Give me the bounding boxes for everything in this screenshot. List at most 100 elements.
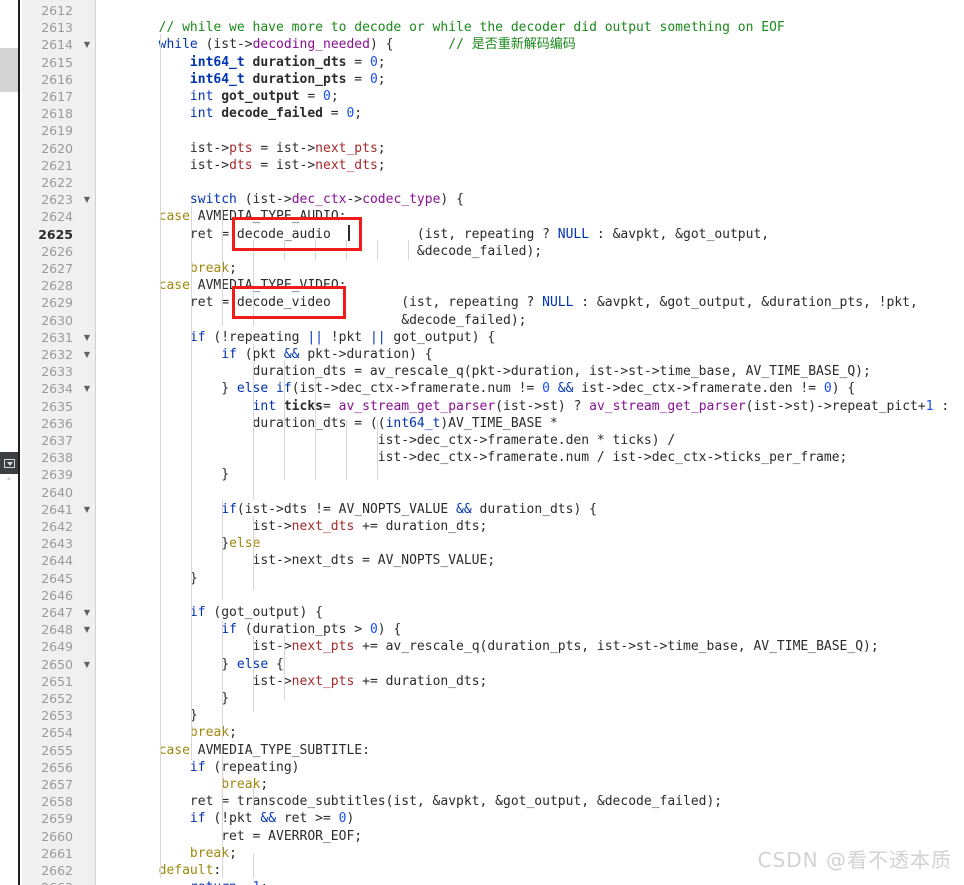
gutter-line-2621[interactable]: 2621 <box>22 157 95 174</box>
code-line-2655[interactable]: case AVMEDIA_TYPE_SUBTITLE: <box>96 742 964 759</box>
gutter-line-2650[interactable]: 2650 ▼ <box>22 656 95 673</box>
code-line-2613[interactable]: // while we have more to decode or while… <box>96 19 964 36</box>
fold-toggle-icon[interactable]: ▼ <box>84 656 90 673</box>
code-line-2627[interactable]: break; <box>96 260 964 277</box>
gutter-line-2624[interactable]: 2624 <box>22 208 95 225</box>
code-line-2618[interactable]: int decode_failed = 0; <box>96 105 964 122</box>
gutter-line-2657[interactable]: 2657 <box>22 776 95 793</box>
code-line-2653[interactable]: } <box>96 707 964 724</box>
code-line-2654[interactable]: break; <box>96 724 964 741</box>
gutter-line-2651[interactable]: 2651 <box>22 673 95 690</box>
code-line-2658[interactable]: ret = transcode_subtitles(ist, &avpkt, &… <box>96 793 964 810</box>
fold-toggle-icon[interactable]: ▼ <box>84 380 90 397</box>
fold-toggle-icon[interactable]: ▼ <box>84 191 90 208</box>
code-line-2633[interactable]: duration_dts = av_rescale_q(pkt->duratio… <box>96 363 964 380</box>
gutter-line-2634[interactable]: 2634 ▼ <box>22 380 95 397</box>
code-line-2631[interactable]: if (!repeating || !pkt || got_output) { <box>96 329 964 346</box>
gutter-line-2642[interactable]: 2642 <box>22 518 95 535</box>
gutter-line-2652[interactable]: 2652 <box>22 690 95 707</box>
fold-toggle-icon[interactable]: ▼ <box>84 36 90 53</box>
gutter-line-2656[interactable]: 2656 <box>22 759 95 776</box>
stamp-icon[interactable] <box>0 452 18 474</box>
gutter-line-2623[interactable]: 2623 ▼ <box>22 191 95 208</box>
gutter-line-2648[interactable]: 2648 ▼ <box>22 621 95 638</box>
code-line-2650[interactable]: } else { <box>96 656 964 673</box>
gutter-line-2658[interactable]: 2658 <box>22 793 95 810</box>
gutter-line-2628[interactable]: 2628 <box>22 277 95 294</box>
code-line-2620[interactable]: ist->pts = ist->next_pts; <box>96 140 964 157</box>
gutter-line-2654[interactable]: 2654 <box>22 724 95 741</box>
code-line-2641[interactable]: if(ist->dts != AV_NOPTS_VALUE && duratio… <box>96 501 964 518</box>
fold-toggle-icon[interactable]: ▼ <box>84 621 90 638</box>
gutter-line-2659[interactable]: 2659 <box>22 810 95 827</box>
gutter-line-2613[interactable]: 2613 <box>22 19 95 36</box>
gutter-line-2617[interactable]: 2617 <box>22 88 95 105</box>
code-line-2616[interactable]: int64_t duration_pts = 0; <box>96 71 964 88</box>
code-line-2619[interactable] <box>96 122 964 139</box>
code-line-2626[interactable]: &decode_failed); <box>96 243 964 260</box>
code-line-2659[interactable]: if (!pkt && ret >= 0) <box>96 810 964 827</box>
code-line-2643[interactable]: }else <box>96 535 964 552</box>
gutter-line-2641[interactable]: 2641 ▼ <box>22 501 95 518</box>
gutter-line-2632[interactable]: 2632 ▼ <box>22 346 95 363</box>
gutter-line-2631[interactable]: 2631 ▼ <box>22 329 95 346</box>
gutter-line-2636[interactable]: 2636 <box>22 415 95 432</box>
gutter-line-2618[interactable]: 2618 <box>22 105 95 122</box>
gutter-line-2661[interactable]: 2661 <box>22 845 95 862</box>
code-line-2622[interactable] <box>96 174 964 191</box>
gutter-line-2635[interactable]: 2635 <box>22 398 95 415</box>
code-line-2623[interactable]: switch (ist->dec_ctx->codec_type) { <box>96 191 964 208</box>
left-scrollbar-rail[interactable]: ˄ <box>0 0 20 885</box>
code-line-2656[interactable]: if (repeating) <box>96 759 964 776</box>
code-line-2614[interactable]: while (ist->decoding_needed) { // 是否重新解码… <box>96 36 964 53</box>
gutter-line-2616[interactable]: 2616 <box>22 71 95 88</box>
code-line-2652[interactable]: } <box>96 690 964 707</box>
code-line-2621[interactable]: ist->dts = ist->next_dts; <box>96 157 964 174</box>
gutter-line-2629[interactable]: 2629 <box>22 294 95 311</box>
fold-toggle-icon[interactable]: ▼ <box>84 501 90 518</box>
gutter-line-2662[interactable]: 2662 <box>22 862 95 879</box>
code-line-2615[interactable]: int64_t duration_dts = 0; <box>96 54 964 71</box>
code-line-2647[interactable]: if (got_output) { <box>96 604 964 621</box>
code-content-area[interactable]: // while we have more to decode or while… <box>96 0 964 885</box>
code-line-2649[interactable]: ist->next_pts += av_rescale_q(duration_p… <box>96 638 964 655</box>
gutter-line-2639[interactable]: 2639 <box>22 466 95 483</box>
code-line-2636[interactable]: duration_dts = ((int64_t)AV_TIME_BASE * <box>96 415 964 432</box>
gutter-line-2615[interactable]: 2615 <box>22 54 95 71</box>
fold-toggle-icon[interactable]: ▼ <box>84 346 90 363</box>
fold-toggle-icon[interactable]: ▼ <box>84 604 90 621</box>
scrollbar-thumb[interactable] <box>0 48 18 92</box>
fold-toggle-icon[interactable]: ▼ <box>84 329 90 346</box>
gutter-line-2637[interactable]: 2637 <box>22 432 95 449</box>
code-line-2663[interactable]: return -1; <box>96 879 964 885</box>
code-line-2624[interactable]: case AVMEDIA_TYPE_AUDIO: <box>96 208 964 225</box>
gutter-line-2643[interactable]: 2643 <box>22 535 95 552</box>
gutter-line-2638[interactable]: 2638 <box>22 449 95 466</box>
code-line-2638[interactable]: ist->dec_ctx->framerate.num / ist->dec_c… <box>96 449 964 466</box>
code-line-2630[interactable]: &decode_failed); <box>96 312 964 329</box>
gutter-line-2649[interactable]: 2649 <box>22 638 95 655</box>
gutter-line-2655[interactable]: 2655 <box>22 742 95 759</box>
gutter-line-2620[interactable]: 2620 <box>22 140 95 157</box>
code-line-2632[interactable]: if (pkt && pkt->duration) { <box>96 346 964 363</box>
gutter-line-2625[interactable]: 2625 <box>22 226 95 243</box>
code-line-2640[interactable] <box>96 484 964 501</box>
gutter-line-2663[interactable]: 2663 <box>22 879 95 885</box>
gutter-line-2646[interactable]: 2646 <box>22 587 95 604</box>
code-line-2629[interactable]: ret = decode_video (ist, repeating ? NUL… <box>96 294 964 311</box>
gutter-line-2647[interactable]: 2647 ▼ <box>22 604 95 621</box>
code-line-2634[interactable]: } else if(ist->dec_ctx->framerate.num !=… <box>96 380 964 397</box>
code-line-2645[interactable]: } <box>96 570 964 587</box>
gutter-line-2626[interactable]: 2626 <box>22 243 95 260</box>
code-line-2651[interactable]: ist->next_pts += duration_dts; <box>96 673 964 690</box>
gutter-line-2640[interactable]: 2640 <box>22 484 95 501</box>
code-line-2648[interactable]: if (duration_pts > 0) { <box>96 621 964 638</box>
gutter-line-2645[interactable]: 2645 <box>22 570 95 587</box>
code-line-2628[interactable]: case AVMEDIA_TYPE_VIDEO: <box>96 277 964 294</box>
code-line-2644[interactable]: ist->next_dts = AV_NOPTS_VALUE; <box>96 552 964 569</box>
line-number-gutter[interactable]: 2612 2613 2614 ▼ 2615 2616 2617 2618 2619 2620 262… <box>22 0 95 885</box>
code-line-2657[interactable]: break; <box>96 776 964 793</box>
code-line-2637[interactable]: ist->dec_ctx->framerate.den * ticks) / <box>96 432 964 449</box>
code-line-2625[interactable]: ret = decode_audio (ist, repeating ? NUL… <box>96 226 964 243</box>
code-line-2617[interactable]: int got_output = 0; <box>96 88 964 105</box>
